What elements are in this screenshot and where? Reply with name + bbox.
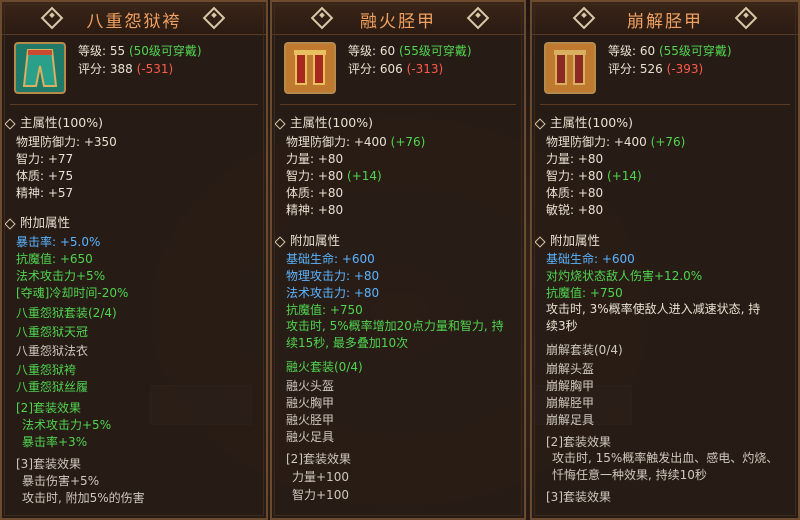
special-effect: 攻击时, 3%概率使敌人进入减速状态, 持续3秒	[546, 302, 761, 333]
extra-line: [夺魂]冷却时间-20%	[16, 286, 129, 300]
set-item: 融火足具	[286, 430, 335, 444]
attr-line: 体质: +75	[16, 169, 74, 183]
attr-line: 物理防御力: +400 (+76)	[286, 135, 426, 149]
attr-line: 体质: +80	[546, 186, 604, 200]
attr-line: 智力: +77	[16, 152, 74, 166]
extra-line: 物理攻击力: +80	[286, 269, 380, 283]
extra-line: 暴击率: +5.0%	[16, 235, 101, 249]
diamond-icon	[4, 117, 16, 130]
main-attr-header: 主属性(100%)	[534, 112, 633, 131]
set-bonus-line: 攻击时, 附加5%的伤害	[22, 491, 145, 505]
main-attr-header: 主属性(100%)	[4, 112, 103, 131]
level-requirement: (55级可穿戴)	[398, 44, 472, 58]
extra-line: 抗魔值: +650	[16, 252, 93, 266]
attr-line: 力量: +80	[546, 152, 604, 166]
attr-line: 敏锐: +80	[546, 203, 604, 217]
set-item: 崩解胫甲	[546, 396, 595, 410]
divider	[10, 104, 258, 105]
extra-line: 基础生命: +600	[286, 252, 375, 266]
extra-attr-header: 附加属性	[274, 230, 340, 249]
diamond-icon	[274, 117, 286, 130]
set-item: 八重怨狱丝履	[16, 380, 89, 394]
level-requirement: (50级可穿戴)	[128, 44, 202, 58]
set-bonus-header: [3]套装效果	[16, 457, 81, 471]
set-item: 八重怨狱天冠	[16, 325, 89, 339]
attr-line: 力量: +80	[286, 152, 344, 166]
set-name: 八重怨狱套装(2/4)	[16, 306, 117, 320]
divider	[540, 104, 790, 105]
leg-armor-icon	[544, 42, 596, 94]
set-bonus-line: 攻击时, 15%概率触发出血、感电、灼烧、忏悔任意一种效果, 持续10秒	[552, 451, 779, 482]
diamond-icon	[274, 235, 286, 248]
set-item: 融火头盔	[286, 379, 335, 393]
set-bonus-line: 智力+100	[292, 488, 349, 502]
attr-line: 智力: +80 (+14)	[286, 169, 382, 183]
set-item: 融火胫甲	[286, 413, 335, 427]
extra-attr-header: 附加属性	[534, 230, 600, 249]
set-bonus-line: 力量+100	[292, 470, 349, 484]
extra-line: 抗魔值: +750	[286, 303, 363, 317]
attr-line: 物理防御力: +350	[16, 135, 117, 149]
main-attr-header: 主属性(100%)	[274, 112, 373, 131]
diamond-icon	[534, 235, 546, 248]
level-label: 等级: 60	[608, 44, 656, 58]
score-label: 评分: 526	[608, 62, 663, 76]
set-bonus-line: 暴击伤害+5%	[22, 474, 100, 488]
attr-line: 智力: +80 (+14)	[546, 169, 642, 183]
set-name: 崩解套装(0/4)	[546, 343, 623, 357]
title-bar: 崩解胫甲	[532, 2, 798, 35]
leg-armor-icon	[284, 42, 336, 94]
extra-line: 抗魔值: +750	[546, 286, 623, 300]
attr-line: 物理防御力: +400 (+76)	[546, 135, 686, 149]
extra-line: 法术攻击力: +80	[286, 286, 380, 300]
set-item: 八重怨狱袴	[16, 363, 77, 377]
attr-line: 精神: +80	[286, 203, 344, 217]
set-bonus-line: 暴击率+3%	[22, 435, 88, 449]
level-label: 等级: 60	[348, 44, 396, 58]
extra-attr-header: 附加属性	[4, 212, 70, 231]
tooltip-panel-2: 融火胫甲 等级: 60 (55级可穿戴) 评分: 606 (-313) 主属性(…	[270, 0, 526, 520]
set-item: 崩解足具	[546, 413, 595, 427]
level-label: 等级: 55	[78, 44, 126, 58]
extra-line: 对灼烧状态敌人伤害+12.0%	[546, 269, 703, 283]
title-bar: 八重怨狱袴	[2, 2, 266, 35]
extra-line: 法术攻击力+5%	[16, 269, 106, 283]
set-bonus-header: [2]套装效果	[286, 452, 351, 466]
set-bonus-header: [2]套装效果	[546, 435, 611, 449]
trousers-icon	[14, 42, 66, 94]
set-bonus-header: [2]套装效果	[16, 401, 81, 415]
set-bonus-line: 法术攻击力+5%	[22, 418, 112, 432]
attr-line: 精神: +57	[16, 186, 74, 200]
tooltip-panel-1: 八重怨狱袴 等级: 55 (50级可穿戴) 评分: 388 (-531) 主属性…	[0, 0, 268, 520]
extra-line: 基础生命: +600	[546, 252, 635, 266]
attr-line: 体质: +80	[286, 186, 344, 200]
diamond-icon	[4, 217, 16, 230]
set-name: 融火套装(0/4)	[286, 360, 363, 374]
tooltip-panel-3: 崩解胫甲 等级: 60 (55级可穿戴) 评分: 526 (-393) 主属性(…	[530, 0, 800, 520]
score-diff: (-313)	[406, 62, 444, 76]
divider	[280, 104, 516, 105]
set-item: 融火胸甲	[286, 396, 335, 410]
level-requirement: (55级可穿戴)	[658, 44, 732, 58]
diamond-icon	[534, 117, 546, 130]
special-effect: 攻击时, 5%概率增加20点力量和智力, 持续15秒, 最多叠加10次	[286, 319, 504, 350]
score-diff: (-531)	[136, 62, 174, 76]
score-label: 评分: 606	[348, 62, 403, 76]
set-bonus-header: [3]套装效果	[546, 490, 611, 504]
set-item: 崩解头盔	[546, 362, 595, 376]
item-title: 八重怨狱袴	[86, 12, 182, 32]
item-title: 崩解胫甲	[627, 12, 703, 32]
score-label: 评分: 388	[78, 62, 133, 76]
set-item: 八重怨狱法衣	[16, 344, 89, 358]
score-diff: (-393)	[666, 62, 704, 76]
set-item: 崩解胸甲	[546, 379, 595, 393]
title-bar: 融火胫甲	[272, 2, 524, 35]
